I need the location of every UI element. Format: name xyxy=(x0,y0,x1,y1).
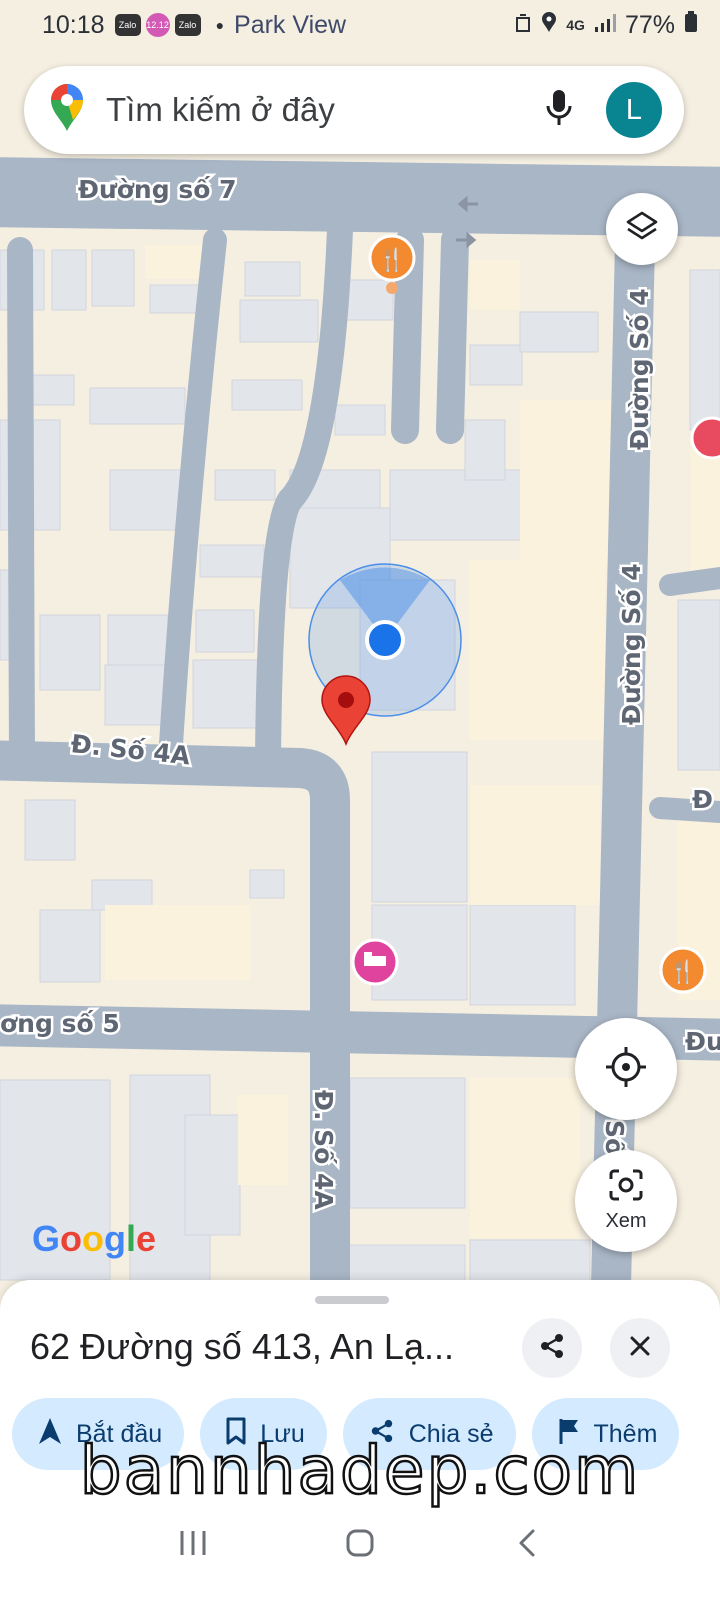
back-button[interactable] xyxy=(497,1515,557,1575)
my-location-button[interactable] xyxy=(575,1018,677,1120)
street-label-duong-so-7: Đường số 7 xyxy=(78,175,236,204)
street-label-duong-so-5: ơng số 5 xyxy=(0,1009,120,1038)
place-title: 62 Đường số 413, An Lạ... xyxy=(30,1326,454,1367)
close-sheet-button[interactable] xyxy=(610,1318,670,1378)
recycle-icon xyxy=(514,11,532,40)
layers-icon xyxy=(625,210,659,249)
recent-apps-button[interactable] xyxy=(163,1515,223,1575)
google-attribution-logo: Google xyxy=(32,1218,157,1259)
network-type: 4G xyxy=(566,17,585,33)
view-lens-button[interactable]: Xem xyxy=(575,1150,677,1252)
restaurant-poi-icon[interactable]: 🍴 xyxy=(659,946,707,994)
status-time: 10:18 xyxy=(42,10,105,39)
svg-text:🍴: 🍴 xyxy=(669,959,696,985)
red-poi-edge-icon[interactable] xyxy=(690,416,720,460)
battery-level: 77% xyxy=(624,10,675,39)
chip-label: Thêm xyxy=(593,1419,658,1448)
home-button[interactable] xyxy=(330,1515,390,1575)
my-location-icon xyxy=(604,1045,648,1094)
share-place-button[interactable] xyxy=(522,1318,582,1378)
google-maps-logo-icon xyxy=(50,83,84,137)
chip-label: Lưu xyxy=(260,1419,305,1448)
search-bar[interactable]: Tìm kiếm ở đây L xyxy=(24,66,684,154)
system-navigation-bar xyxy=(0,1490,720,1600)
save-button[interactable]: Lưu xyxy=(200,1398,327,1470)
status-place-name: Park View xyxy=(234,10,347,39)
street-label-edge-d: Đ xyxy=(692,785,713,814)
flag-icon xyxy=(558,1417,580,1452)
more-button[interactable]: Thêm xyxy=(531,1398,680,1470)
home-icon xyxy=(345,1528,375,1563)
chip-label: Bắt đầu xyxy=(76,1419,163,1448)
separator-dot: ● xyxy=(215,17,225,33)
street-label-so-4a-vertical: Đ. Số 4A xyxy=(309,1090,338,1210)
recent-apps-icon xyxy=(178,1529,208,1562)
map-canvas: Đường số 7 Đường Số 4 Đường Số 4 Đ. Số 4… xyxy=(0,0,720,1330)
zalo-notification-icon: Zalo xyxy=(114,14,141,36)
street-label-duong-so-4-mid: Đường Số 4 xyxy=(617,563,646,725)
view-label: Xem xyxy=(605,1210,647,1232)
signal-icon xyxy=(594,11,616,40)
street-label-duong-so-4-top: Đường Số 4 xyxy=(625,288,654,450)
layers-button[interactable] xyxy=(606,193,678,265)
status-bar: 10:18 Zalo 12.12 Zalo ● Park View 4G 77% xyxy=(0,0,720,50)
back-icon xyxy=(517,1528,537,1563)
start-navigation-button[interactable]: Bắt đầu xyxy=(12,1398,185,1470)
search-input[interactable]: Tìm kiếm ở đây xyxy=(106,91,546,129)
zalo-notification-icon: Zalo xyxy=(174,14,201,36)
action-chips: Bắt đầu Lưu Chia sẻ Thêm xyxy=(12,1398,680,1470)
svg-text:🍴: 🍴 xyxy=(378,247,405,273)
map-view[interactable]: Đường số 7 Đường Số 4 Đường Số 4 Đ. Số 4… xyxy=(0,0,720,1330)
sale-notification-icon: 12.12 xyxy=(145,13,170,37)
share-icon xyxy=(538,1332,566,1365)
hotel-poi-icon[interactable] xyxy=(351,938,399,986)
microphone-icon[interactable] xyxy=(546,89,572,132)
sheet-drag-handle[interactable] xyxy=(315,1296,389,1304)
bookmark-icon xyxy=(226,1417,246,1452)
account-avatar[interactable]: L xyxy=(606,82,662,138)
share-button[interactable]: Chia sẻ xyxy=(342,1398,516,1470)
camera-scan-icon xyxy=(608,1169,644,1206)
chip-label: Chia sẻ xyxy=(408,1419,494,1448)
navigation-arrow-icon xyxy=(38,1417,62,1452)
close-icon xyxy=(629,1335,651,1362)
street-label-edge-du: Đu xyxy=(685,1027,720,1056)
share-icon xyxy=(369,1418,395,1451)
location-status-icon xyxy=(541,11,557,40)
battery-icon xyxy=(684,10,698,40)
